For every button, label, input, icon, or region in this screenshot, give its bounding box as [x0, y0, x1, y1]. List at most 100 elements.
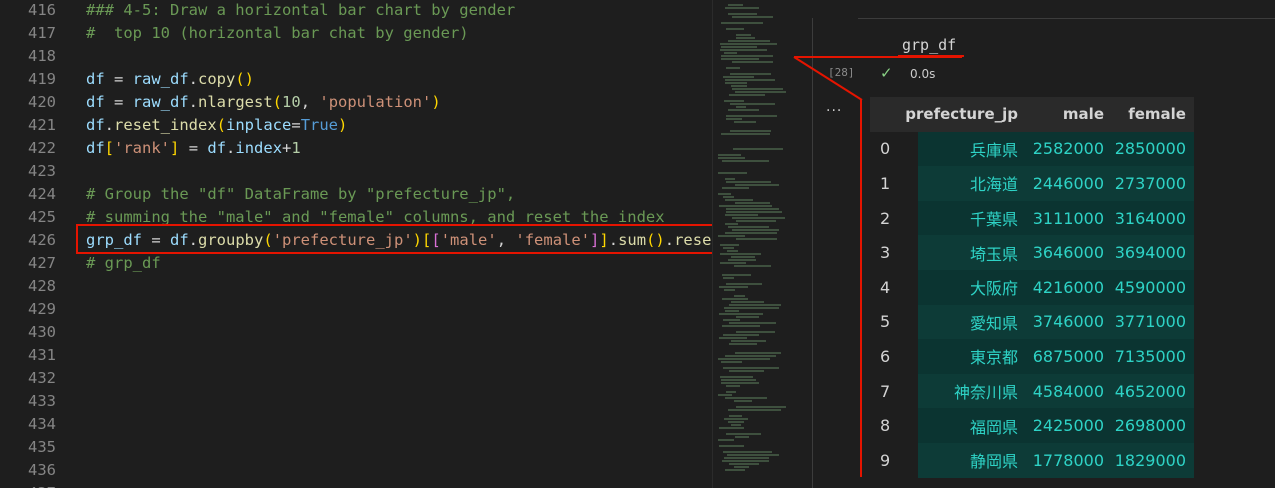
code-line[interactable]: 436	[0, 459, 712, 482]
minimap-line	[722, 274, 751, 276]
code-text[interactable]: # Group the "df" DataFrame by "prefectur…	[86, 183, 515, 206]
code-token: reset	[674, 231, 712, 249]
code-token: (	[216, 116, 227, 134]
code-line[interactable]: 423	[0, 160, 712, 183]
minimap-line	[726, 433, 761, 435]
code-line[interactable]: 432	[0, 367, 712, 390]
code-token: =	[104, 70, 133, 88]
annotation-vertical-line	[860, 99, 862, 477]
minimap-line	[718, 394, 732, 396]
code-editor[interactable]: 416 ### 4-5: Draw a horizontal bar chart …	[0, 0, 712, 488]
code-text[interactable]: df['rank'] = df.index+1	[86, 137, 301, 160]
code-token: 'female'	[515, 231, 591, 249]
code-token: ()	[235, 70, 255, 88]
code-line[interactable]: 434	[0, 413, 712, 436]
code-token: )	[412, 231, 423, 249]
row-index: 2	[870, 200, 918, 236]
minimap-line	[734, 121, 756, 123]
code-token: .	[188, 231, 199, 249]
cell-male: 2582000	[1026, 131, 1112, 167]
minimap-line	[723, 277, 734, 279]
minimap-line	[728, 40, 770, 42]
code-text[interactable]: df = raw_df.copy()	[86, 68, 254, 91]
line-number: 434	[28, 415, 56, 433]
code-token: # Group the "df" DataFrame by "prefectur…	[86, 185, 516, 203]
minimap-line	[736, 106, 746, 108]
code-token: =	[291, 116, 301, 134]
code-line[interactable]: 420 df = raw_df.nlargest(10, 'population'…	[0, 91, 712, 114]
code-token: # top 10 (horizontal bar chat by gender)	[86, 24, 469, 42]
code-line[interactable]: 431	[0, 344, 712, 367]
minimap-line	[726, 181, 771, 183]
minimap-line	[735, 352, 781, 354]
code-token: grp_df	[86, 231, 142, 249]
output-more-icon[interactable]: ...	[826, 99, 842, 115]
minimap-line	[729, 304, 781, 306]
code-line[interactable]: 422 df['rank'] = df.index+1	[0, 137, 712, 160]
code-line[interactable]: 426 grp_df = df.groupby('prefecture_jp')[…	[0, 229, 712, 252]
line-number: 437	[0, 482, 56, 488]
row-index: 9	[870, 442, 918, 478]
code-line[interactable]: 435	[0, 436, 712, 459]
cell-female: 4590000	[1112, 269, 1194, 305]
cell-male: 3646000	[1026, 235, 1112, 270]
table-row: 0 兵庫県 2582000 2850000	[870, 131, 1194, 167]
code-token: .	[226, 139, 236, 157]
code-line[interactable]: 418	[0, 45, 712, 68]
line-number: 435	[28, 438, 56, 456]
cell-female: 2850000	[1112, 131, 1194, 167]
cell-male: 4584000	[1026, 373, 1112, 409]
code-text[interactable]: # summing the "male" and "female" column…	[86, 206, 665, 229]
code-line[interactable]: 437	[0, 482, 712, 488]
code-token: 'population'	[319, 93, 432, 111]
line-number: 431	[28, 346, 56, 364]
row-index: 3	[870, 235, 918, 270]
minimap-line	[733, 148, 783, 150]
minimap-line	[729, 370, 764, 372]
cell-code-text[interactable]: grp_df	[902, 36, 956, 54]
minimap-line	[731, 85, 747, 87]
minimap-line	[725, 355, 776, 357]
code-text[interactable]: df.reset_index(inplace=True)	[86, 114, 347, 137]
minimap-line	[723, 319, 740, 321]
line-number: 427	[28, 254, 56, 272]
code-line[interactable]: 429	[0, 298, 712, 321]
minimap-line	[726, 118, 742, 120]
code-line[interactable]: 427 # grp_df	[0, 252, 712, 275]
cell-female: 2737000	[1112, 166, 1194, 201]
minimap-line	[718, 172, 747, 174]
line-number: 419	[28, 70, 56, 88]
code-line[interactable]: 419 df = raw_df.copy()	[0, 68, 712, 91]
code-line[interactable]: 428	[0, 275, 712, 298]
minimap-line	[724, 457, 769, 459]
code-token: ]	[590, 231, 600, 249]
code-text[interactable]: grp_df = df.groupby('prefecture_jp')[['m…	[86, 229, 712, 252]
code-token: =	[142, 231, 170, 249]
code-line[interactable]: 417 # top 10 (horizontal bar chat by gend…	[0, 22, 712, 45]
code-text[interactable]: # grp_df	[86, 252, 161, 275]
minimap-line	[723, 451, 772, 453]
code-line[interactable]: 424 # Group the "df" DataFrame by "prefec…	[0, 183, 712, 206]
code-text[interactable]: # top 10 (horizontal bar chat by gender)	[86, 22, 469, 45]
minimap[interactable]	[712, 0, 793, 488]
code-line[interactable]: 416 ### 4-5: Draw a horizontal bar chart …	[0, 0, 712, 22]
minimap-line	[732, 217, 785, 219]
minimap-line	[723, 334, 759, 336]
code-line[interactable]: 421 df.reset_index(inplace=True)	[0, 114, 712, 137]
minimap-line	[720, 49, 767, 51]
cell-female: 3164000	[1112, 200, 1194, 236]
code-line[interactable]: 433	[0, 390, 712, 413]
table-header-row: prefecture_jp male female	[870, 97, 1194, 132]
code-text[interactable]: df = raw_df.nlargest(10, 'population')	[86, 91, 441, 114]
code-line[interactable]: 430	[0, 321, 712, 344]
table-row: 9 静岡県 1778000 1829000	[870, 442, 1194, 478]
code-token: 1	[291, 139, 301, 157]
code-token: raw_df	[132, 70, 189, 88]
table-row: 7 神奈川県 4584000 4652000	[870, 373, 1194, 409]
row-index: 6	[870, 339, 918, 374]
code-token: 10	[282, 93, 301, 111]
code-token: groupby	[198, 231, 264, 249]
minimap-line	[718, 157, 745, 159]
code-text[interactable]: ### 4-5: Draw a horizontal bar chart by …	[86, 0, 515, 22]
code-line[interactable]: 425 # summing the "male" and "female" col…	[0, 206, 712, 229]
